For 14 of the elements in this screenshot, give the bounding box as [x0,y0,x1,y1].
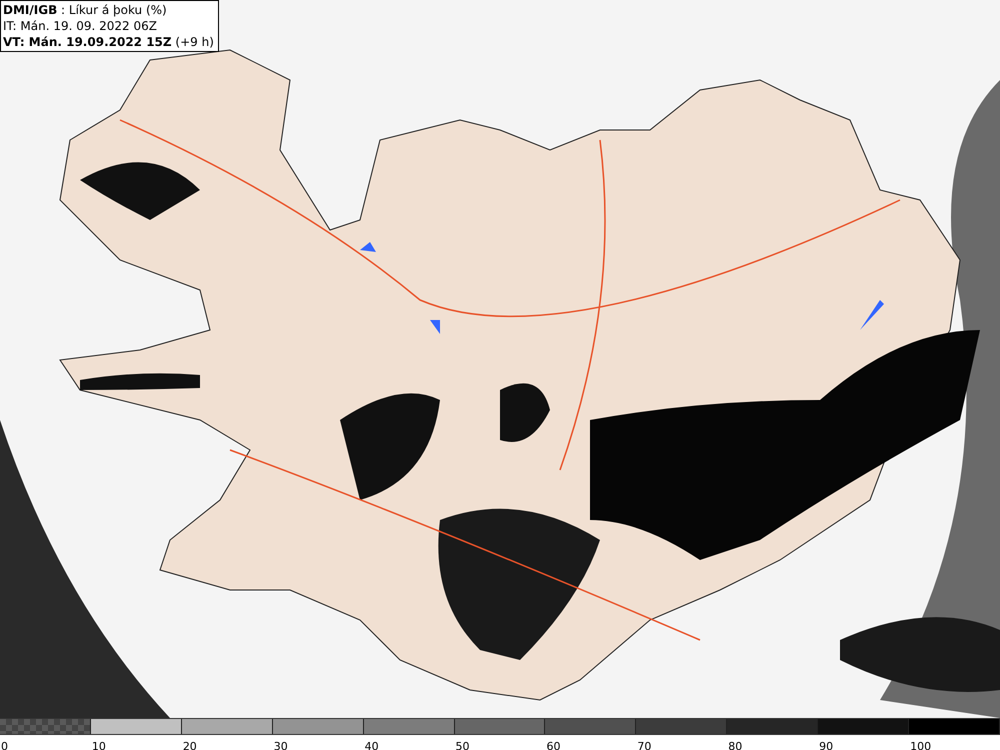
legend-label: 20 [182,740,197,750]
legend-label: 100 [909,740,932,750]
title-line: IT: Mán. 19. 09. 2022 06Z [3,18,158,34]
legend-label: 30 [272,740,288,750]
legend-label: 10 [90,740,106,750]
title-line: VT: Mán. 19.09.2022 15Z (+9 h) [3,34,214,50]
legend-label: 60 [545,740,560,750]
legend-label: 50 [454,740,470,750]
legend-label: 0 [0,740,8,750]
title-line: DMI/IGB : Líkur á þoku (%) [3,2,168,18]
legend-label: 80 [727,740,742,750]
legend-label: 40 [364,740,379,750]
legend-label: 70 [636,740,652,750]
legend-label: 90 [818,740,834,750]
